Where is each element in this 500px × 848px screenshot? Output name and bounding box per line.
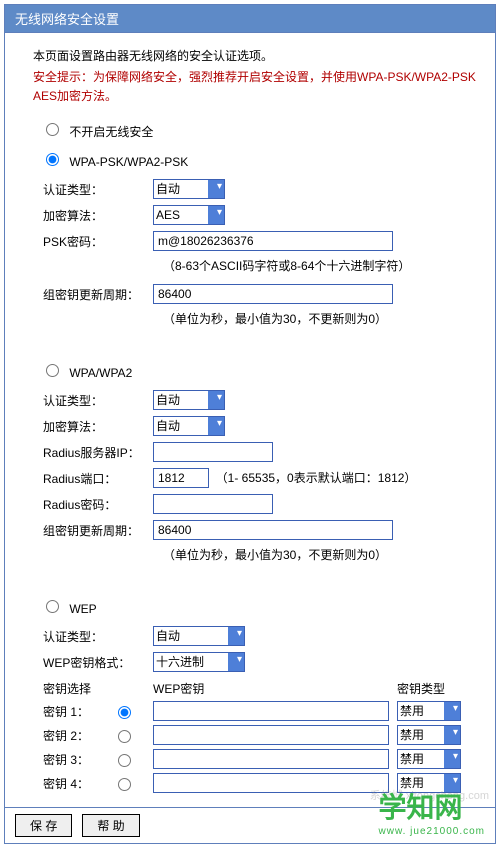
select-wep-type1[interactable]: 禁用 — [397, 701, 461, 721]
label-key1: 密钥 1： — [43, 703, 89, 720]
label-rekey: 组密钥更新周期： — [33, 286, 153, 303]
security-warning: 安全提示：为保障网络安全，强烈推荐开启安全设置，并使用WPA-PSK/WPA2-… — [33, 68, 477, 106]
hint-wpa-rekey: （单位为秒，最小值为30，不更新则为0） — [163, 546, 477, 563]
input-radius-ip[interactable] — [153, 442, 273, 462]
intro-text: 本页面设置路由器无线网络的安全认证选项。 — [33, 47, 477, 64]
select-wep-type2[interactable]: 禁用 — [397, 725, 461, 745]
input-wep-key1[interactable] — [153, 701, 389, 721]
input-wpa-rekey[interactable] — [153, 520, 393, 540]
radio-wpa-psk-label: WPA-PSK/WPA2-PSK — [69, 155, 188, 169]
radio-wep-key1[interactable] — [118, 706, 131, 719]
radio-wep-key4[interactable] — [118, 778, 131, 791]
save-button[interactable]: 保 存 — [15, 814, 72, 837]
select-wep-type4[interactable]: 禁用 — [397, 773, 461, 793]
label-wpa-encrypt: 加密算法： — [33, 418, 153, 435]
label-wep-auth: 认证类型： — [33, 628, 153, 645]
hint-rekey: （单位为秒，最小值为30，不更新则为0） — [163, 310, 477, 327]
radio-disable-security[interactable] — [46, 123, 59, 136]
header-key-type: 密钥类型 — [397, 680, 477, 697]
hint-psk: （8-63个ASCII码字符或8-64个十六进制字符） — [163, 257, 477, 274]
label-radius-pwd: Radius密码： — [33, 496, 153, 513]
label-radius-ip: Radius服务器IP： — [33, 444, 153, 461]
radio-disable-label: 不开启无线安全 — [69, 125, 153, 139]
select-wep-format[interactable]: 十六进制 — [153, 652, 245, 672]
radio-wep-label: WEP — [69, 602, 96, 616]
help-button[interactable]: 帮 助 — [82, 814, 139, 837]
input-wep-key4[interactable] — [153, 773, 389, 793]
label-radius-port: Radius端口： — [33, 470, 153, 487]
select-wpapsk-auth[interactable]: 自动 — [153, 179, 225, 199]
input-wep-key2[interactable] — [153, 725, 389, 745]
label-key4: 密钥 4： — [43, 775, 89, 792]
header-key-select: 密钥选择 — [33, 680, 153, 697]
input-radius-port[interactable] — [153, 468, 209, 488]
label-psk: PSK密码： — [33, 233, 153, 250]
select-wpapsk-encrypt[interactable]: AES — [153, 205, 225, 225]
input-wep-key3[interactable] — [153, 749, 389, 769]
wep-row-4: 密钥 4： 禁用 — [33, 773, 477, 793]
input-rekey-period[interactable] — [153, 284, 393, 304]
input-psk-password[interactable] — [153, 231, 393, 251]
label-wpa-rekey: 组密钥更新周期： — [33, 522, 153, 539]
label-wep-format: WEP密钥格式： — [33, 654, 153, 671]
radio-wpa-label: WPA/WPA2 — [69, 366, 132, 380]
label-key2: 密钥 2： — [43, 727, 89, 744]
select-wep-auth[interactable]: 自动 — [153, 626, 245, 646]
wep-row-3: 密钥 3： 禁用 — [33, 749, 477, 769]
wep-row-1: 密钥 1： 禁用 — [33, 701, 477, 721]
label-auth-type: 认证类型： — [33, 181, 153, 198]
select-wpa-auth[interactable]: 自动 — [153, 390, 225, 410]
radio-wep-key2[interactable] — [118, 730, 131, 743]
label-key3: 密钥 3： — [43, 751, 89, 768]
header-wep-key: WEP密钥 — [153, 680, 397, 697]
radio-wep-key3[interactable] — [118, 754, 131, 767]
hint-radius-port: （1- 65535，0表示默认端口：1812） — [216, 471, 417, 485]
label-wpa-auth: 认证类型： — [33, 392, 153, 409]
input-radius-password[interactable] — [153, 494, 273, 514]
wep-row-2: 密钥 2： 禁用 — [33, 725, 477, 745]
page-title: 无线网络安全设置 — [5, 5, 495, 33]
select-wep-type3[interactable]: 禁用 — [397, 749, 461, 769]
radio-wep[interactable] — [46, 600, 59, 613]
label-encrypt: 加密算法： — [33, 207, 153, 224]
select-wpa-encrypt[interactable]: 自动 — [153, 416, 225, 436]
radio-wpa-psk[interactable] — [46, 153, 59, 166]
radio-wpa[interactable] — [46, 364, 59, 377]
